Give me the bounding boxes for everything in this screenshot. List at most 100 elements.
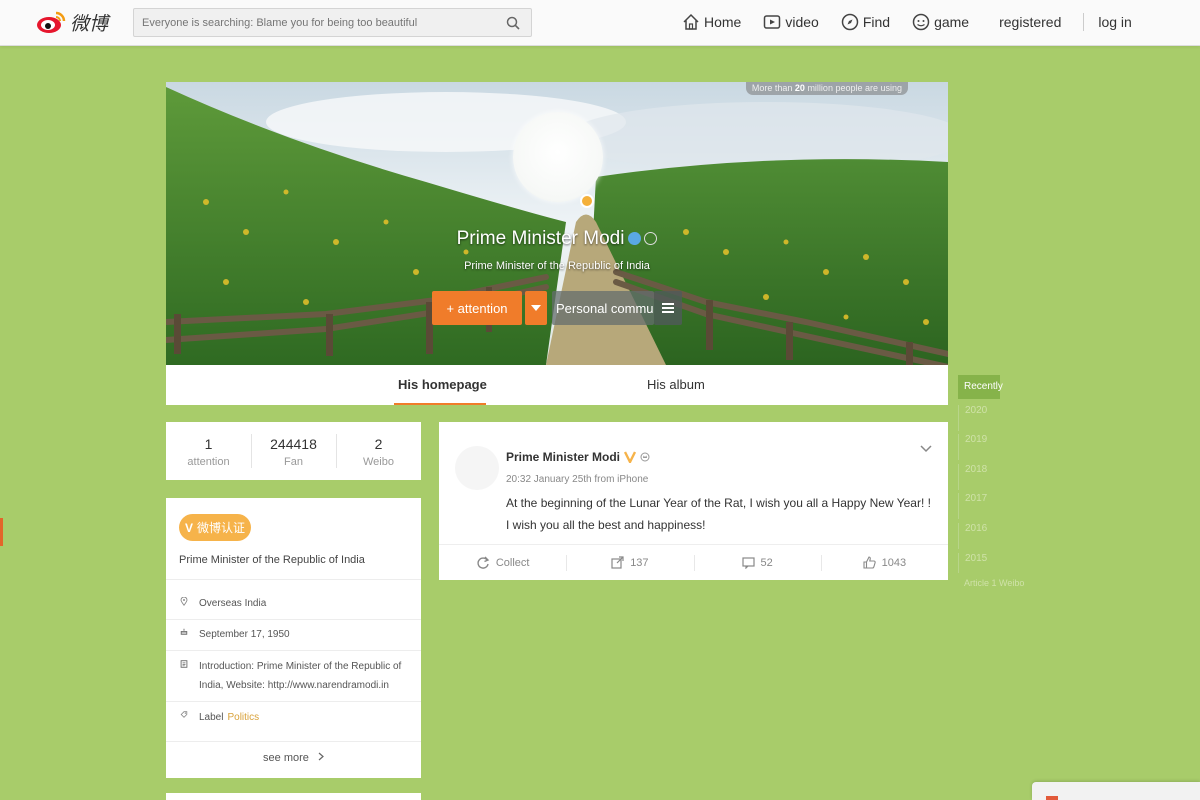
more-menu-button[interactable] [654,291,682,325]
timeline-year[interactable]: 2015 [958,553,1000,573]
game-icon [912,13,930,31]
post-author: Prime Minister Modi [506,450,650,464]
collect-label: Collect [495,556,530,569]
stat-weibo-value: 2 [374,436,383,452]
nav-game[interactable]: game [912,13,969,31]
timeline-year[interactable]: 2017 [958,493,1000,519]
collect-button[interactable]: Collect [439,545,566,580]
profile-info-card: V 微博认证 Prime Minister of the Republic of… [166,498,421,778]
chat-icon [1046,796,1058,800]
search-input[interactable] [142,16,503,29]
avatar-verified-badge [580,194,594,208]
forward-count: 137 [630,556,649,569]
post-author-avatar[interactable] [455,446,499,490]
like-button[interactable]: 1043 [820,545,948,580]
profile-stats: 1 attention 244418 Fan 2 Weibo [166,422,421,480]
timeline-more: Article 1 Weibo [964,578,1025,588]
nav-video[interactable]: video [763,13,819,31]
introduction-text: Introduction: Prime Minister of the Repu… [199,661,402,691]
timeline-year[interactable]: 2018 [958,464,1000,490]
verified-label: 微博认证 [197,521,246,535]
weibo-post-card: Prime Minister Modi 20:32 January 25th f… [439,422,948,580]
nav-home-label: Home [704,14,742,30]
weibo-logo[interactable]: 微博 [36,6,108,38]
caret-down-icon [531,305,541,311]
timeline-year[interactable]: 2016 [958,523,1000,549]
tab-album[interactable]: His album [647,365,705,405]
birthday-text: September 17, 1950 [199,629,290,640]
nav-video-label: video [785,14,819,30]
info-birthday: September 17, 1950 [179,625,411,644]
tab-homepage[interactable]: His homepage [398,365,487,405]
weibo-eye-icon [37,11,66,33]
divider [166,619,421,620]
stat-fans[interactable]: 244418 Fan [251,422,336,480]
chevron-down-icon [920,445,932,453]
profile-tabs: His homepage His album [166,365,948,405]
side-feedback-tab[interactable] [0,518,3,546]
post-actions: Collect 137 52 1043 [439,544,948,580]
profile-name-text: Prime Minister Modi [456,228,625,249]
find-icon [841,13,859,31]
info-introduction: Introduction: Prime Minister of the Repu… [179,657,411,695]
stat-attention[interactable]: 1 attention [166,422,251,480]
stat-weibo[interactable]: 2 Weibo [336,422,421,480]
comment-icon [741,556,755,569]
active-tab-indicator [394,403,486,405]
chevron-right-icon [318,752,324,761]
forward-button[interactable]: 137 [566,545,693,580]
verified-icon [628,232,642,246]
corner-chat-widget[interactable] [1032,782,1200,800]
post-meta[interactable]: 20:32 January 25th from iPhone [506,474,648,485]
follow-button[interactable]: + attention [432,291,522,325]
personal-community-button[interactable]: Personal commun [552,291,654,325]
search-button[interactable] [503,13,523,33]
nav-home[interactable]: Home [682,13,741,31]
home-icon [683,13,699,30]
main-nav: Home video Find game registered log in [682,0,1154,44]
info-label: Label Politics [179,708,411,727]
see-more-link[interactable]: see more [166,752,421,764]
profile-cover: More than 20 million people are using Pr… [166,82,948,365]
member-icon [644,232,658,246]
follow-options-button[interactable] [525,291,547,325]
stat-fans-label: Fan [284,456,303,468]
nav-find-label: Find [862,14,891,30]
timeline-recently[interactable]: Recently [958,375,1003,399]
user-count-suffix: million people are using [804,83,902,93]
timeline-year[interactable]: 2020 [958,405,1000,431]
user-count-badge: More than 20 million people are using [745,82,908,95]
search-box [133,8,532,37]
nav-divider [1083,13,1085,31]
timeline-year[interactable]: 2019 [958,434,1000,460]
location-text: Overseas India [199,598,267,609]
user-count-number: 20 [794,83,805,93]
profile-avatar[interactable] [513,112,603,202]
like-count: 1043 [881,556,907,569]
member-crown-icon [640,452,650,462]
divider [166,650,421,651]
login-link[interactable]: log in [1098,14,1131,30]
forward-icon [611,556,624,569]
tag-icon [180,711,188,718]
profile-name: Prime Minister Modi [166,228,948,250]
profile-description: Prime Minister of the Republic of India [464,260,650,272]
registered-link[interactable]: registered [999,14,1061,30]
verified-v-icon: V [184,520,193,535]
logo-text: 微博 [70,12,109,35]
comment-button[interactable]: 52 [693,545,821,580]
comment-count: 52 [760,556,773,569]
post-options-button[interactable] [920,440,932,458]
label-value[interactable]: Politics [227,708,259,727]
divider [166,741,421,742]
nav-find[interactable]: Find [841,13,890,31]
menu-icon [662,303,674,313]
verified-pill[interactable]: V 微博认证 [179,514,251,541]
label-prefix: Label [199,712,224,723]
user-count-prefix: More than [751,83,795,93]
birthday-cake-icon [180,628,188,635]
divider [166,579,421,580]
verified-v-icon [624,451,637,463]
post-author-name[interactable]: Prime Minister Modi [506,450,620,464]
divider [166,701,421,702]
